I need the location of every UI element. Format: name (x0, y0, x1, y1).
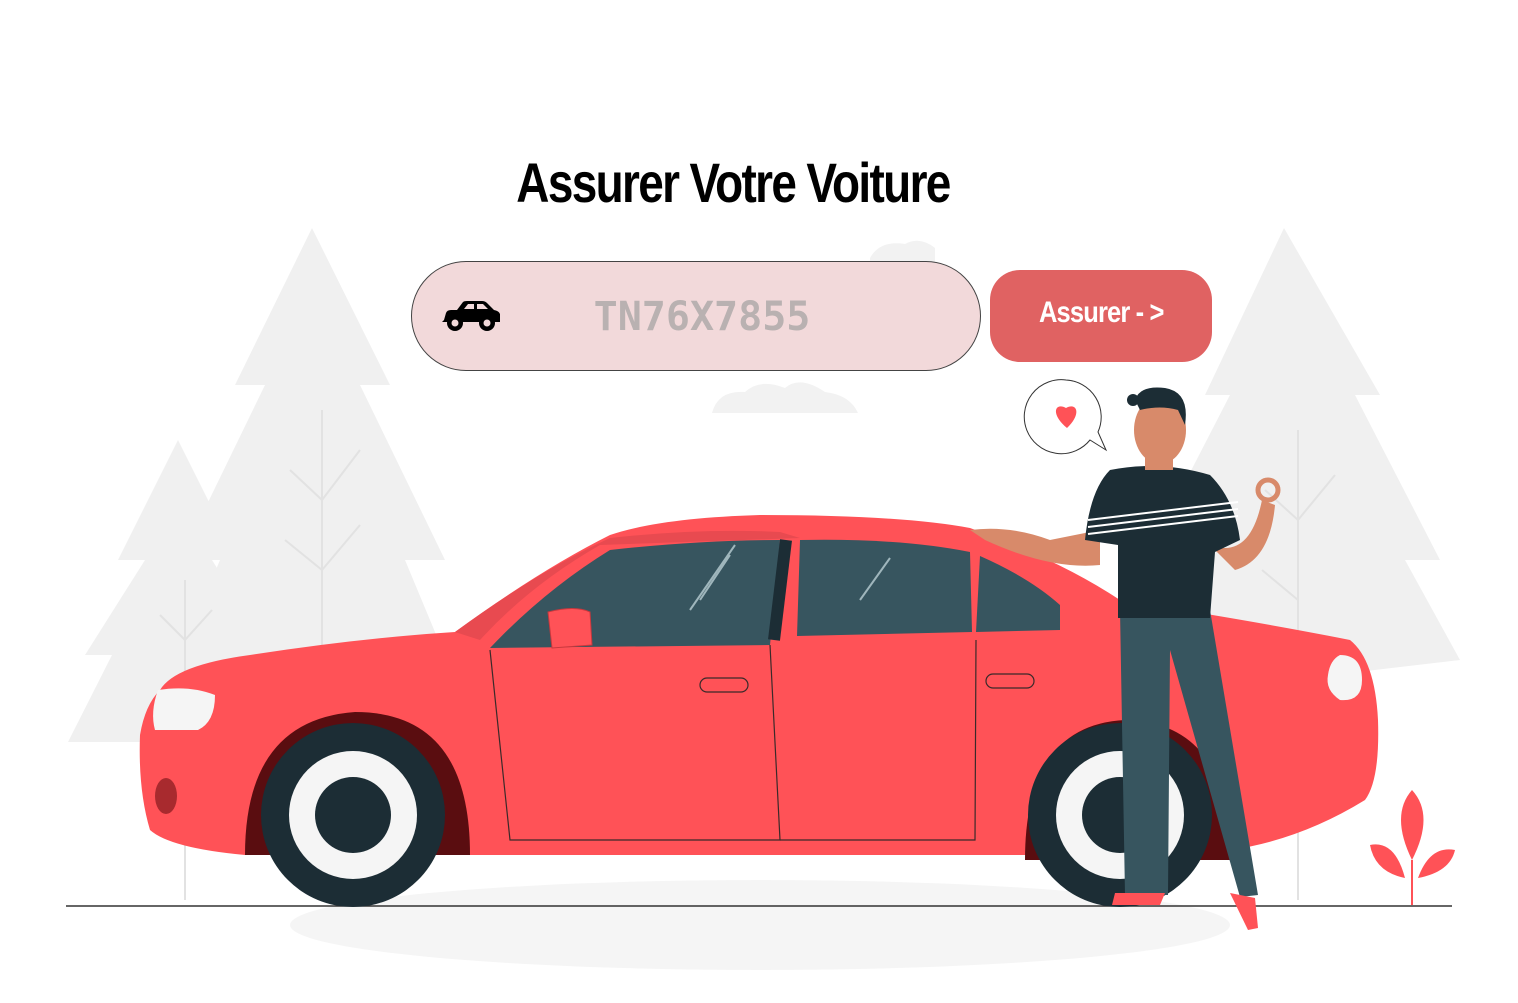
page-title: Assurer Votre Voiture (516, 151, 951, 214)
insure-button[interactable]: Assurer - > (990, 270, 1212, 362)
car-icon (442, 301, 500, 331)
plate-input-field[interactable] (411, 261, 981, 371)
insure-button-label: Assurer - > (1038, 296, 1164, 329)
plant (1370, 790, 1455, 905)
plate-number-input[interactable] (562, 288, 842, 346)
